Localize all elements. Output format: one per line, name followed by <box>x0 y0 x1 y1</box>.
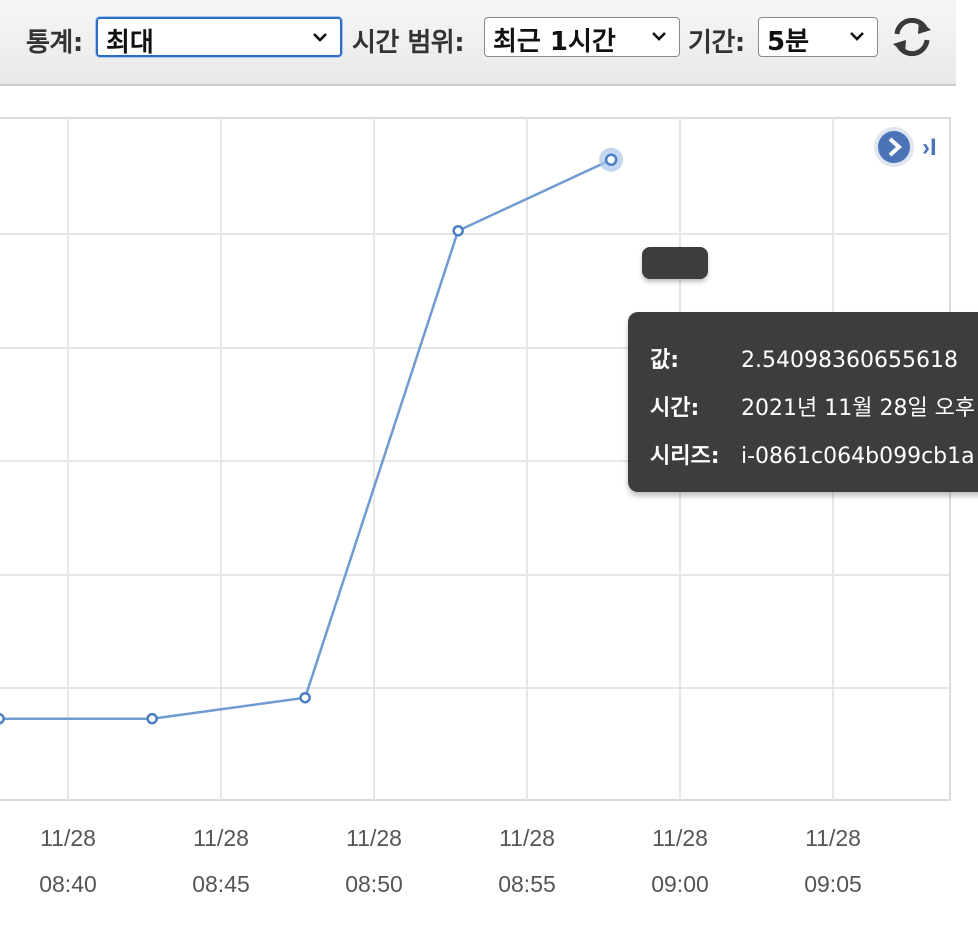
data-point <box>299 691 311 704</box>
tooltip-time: 2021년 11월 28일 오후 <box>741 396 976 421</box>
x-tick-label-date: 11/28 <box>805 825 861 851</box>
x-tick-label-time: 08:55 <box>498 871 556 897</box>
x-tick-label-time: 08:45 <box>192 871 250 897</box>
next-arrow-icon[interactable] <box>870 124 920 170</box>
tooltip-time-row: 시간: 2021년 11월 28일 오후 <box>650 390 975 422</box>
tooltip-value-row: 값: 2.54098360655618 <box>650 342 958 374</box>
data-point <box>452 225 464 237</box>
x-tick-label-time: 09:00 <box>651 871 709 897</box>
mini-tooltip <box>642 247 708 279</box>
tooltip-value: 2.54098360655618 <box>741 348 958 373</box>
data-point-highlighted <box>604 153 618 166</box>
x-tick-label-date: 11/28 <box>193 825 249 851</box>
data-point <box>146 712 158 725</box>
data-point <box>0 712 5 725</box>
data-tooltip: 값: 2.54098360655618 시간: 2021년 11월 28일 오후… <box>628 312 978 492</box>
tooltip-series: i-0861c064b099cb1a <box>741 444 975 469</box>
x-tick-label-date: 11/28 <box>40 825 96 851</box>
skip-to-end-icon[interactable]: ›I <box>922 134 937 162</box>
tooltip-series-row: 시리즈: i-0861c064b099cb1a <box>650 438 975 470</box>
x-tick-label-date: 11/28 <box>346 825 402 851</box>
x-tick-label-date: 11/28 <box>652 825 708 851</box>
x-tick-label-time: 09:05 <box>804 871 862 897</box>
x-tick-label-date: 11/28 <box>499 825 555 851</box>
tooltip-value-label: 값: <box>650 348 680 373</box>
series-line <box>0 158 612 720</box>
x-tick-label-time: 08:50 <box>345 871 403 897</box>
tooltip-time-label: 시간: <box>650 396 700 421</box>
x-tick-label-time: 08:40 <box>39 871 97 897</box>
tooltip-series-label: 시리즈: <box>650 444 720 469</box>
